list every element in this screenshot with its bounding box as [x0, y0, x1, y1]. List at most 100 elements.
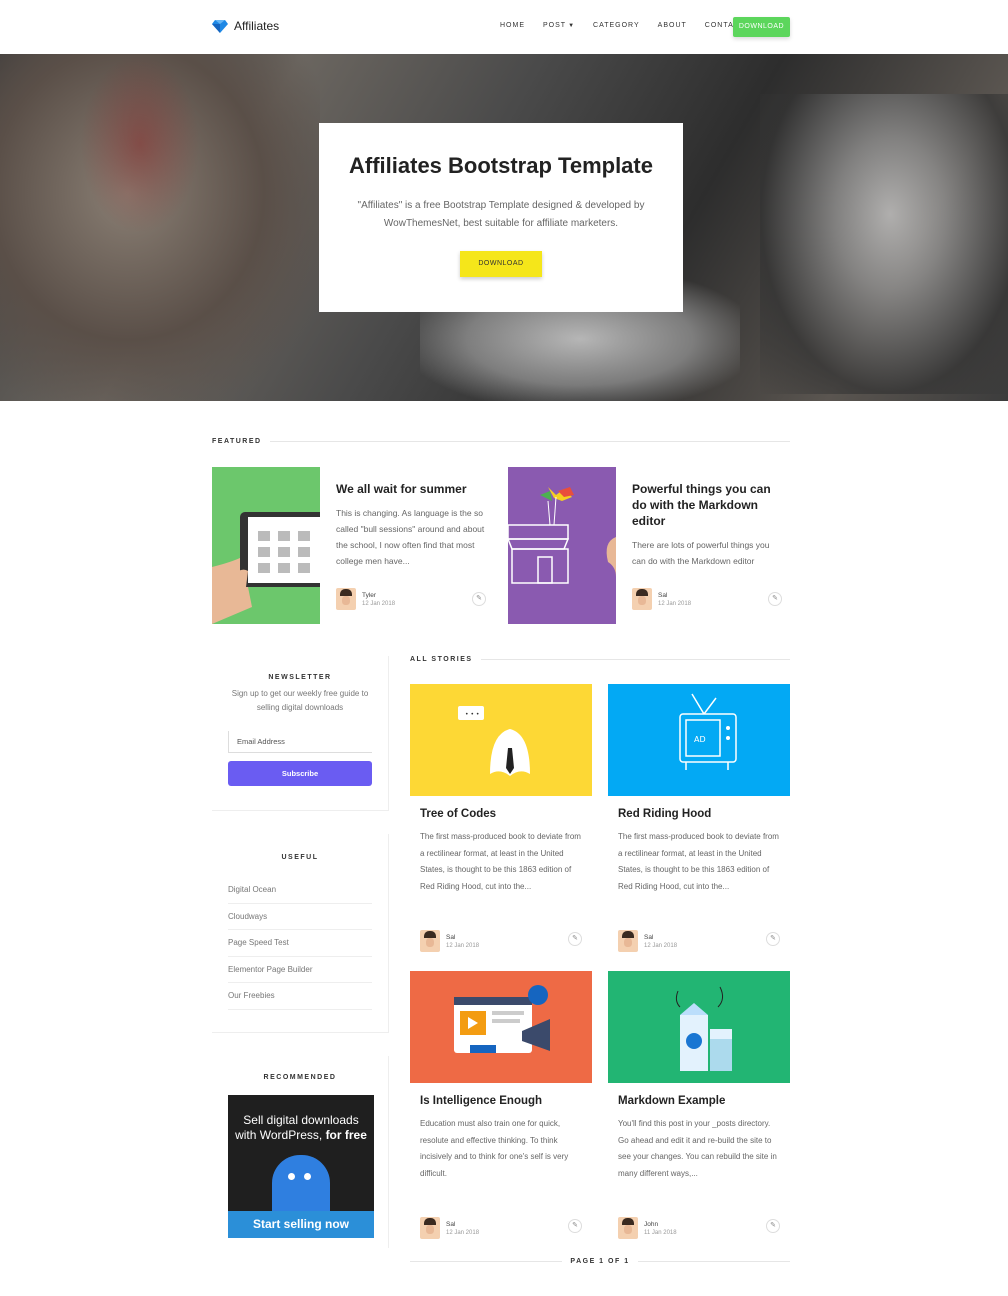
useful-title: USEFUL: [281, 854, 319, 861]
featured-heading-label: FEATURED: [212, 438, 262, 445]
brand-logo[interactable]: Affiliates: [212, 18, 279, 34]
hero-card: Affiliates Bootstrap Template "Affiliate…: [319, 123, 683, 312]
author-info: Sal 12 Jan 2018: [420, 1217, 479, 1239]
menu-about[interactable]: ABOUT: [658, 22, 687, 29]
banner-headline: Sell digital downloads with WordPress, fo…: [228, 1095, 374, 1143]
featured-title[interactable]: We all wait for summer: [336, 481, 486, 497]
hero-photo-shade: [760, 94, 1008, 394]
story-image[interactable]: AD: [608, 684, 790, 796]
author-name[interactable]: Tyler: [362, 592, 395, 599]
featured-title[interactable]: Powerful things you can do with the Mark…: [632, 481, 782, 529]
hero-download-button[interactable]: DOWNLOAD: [460, 251, 542, 277]
bookmark-icon[interactable]: ✎: [766, 932, 780, 946]
post-date: 12 Jan 2018: [446, 942, 480, 949]
featured-card[interactable]: Powerful things you can do with the Mark…: [508, 467, 792, 624]
hero-text: "Affiliates" is a free Bootstrap Templat…: [357, 200, 645, 229]
author-info: Sal 12 Jan 2018: [632, 588, 691, 610]
main-menu: HOME POST ▼ CATEGORY ABOUT CONTACT: [500, 22, 763, 29]
recommended-banner[interactable]: Sell digital downloads with WordPress, fo…: [228, 1095, 374, 1238]
chevron-down-icon: ▼: [568, 23, 576, 29]
post-date: 12 Jan 2018: [658, 600, 692, 607]
useful-link[interactable]: Page Speed Test: [228, 930, 372, 957]
author-name[interactable]: Sal: [658, 592, 691, 599]
top-navbar: Affiliates HOME POST ▼ CATEGORY ABOUT CON…: [0, 0, 1008, 54]
menu-category[interactable]: CATEGORY: [593, 22, 640, 29]
nav-download-button[interactable]: DOWNLOAD: [733, 17, 790, 37]
newsletter-title: NEWSLETTER: [268, 674, 332, 681]
story-image[interactable]: • • •: [410, 684, 592, 796]
featured-body: We all wait for summer This is changing.…: [320, 467, 496, 624]
menu-post-label: POST: [543, 22, 567, 29]
story-body: Markdown Example You'll find this post i…: [608, 1083, 790, 1251]
featured-excerpt: There are lots of powerful things you ca…: [632, 540, 770, 566]
start-selling-button[interactable]: Start selling now: [228, 1211, 374, 1238]
story-card[interactable]: • • • Tree of Codes The first mass-produ…: [410, 684, 592, 964]
story-excerpt: The first mass-produced book to deviate …: [618, 832, 779, 891]
story-image[interactable]: [608, 971, 790, 1083]
story-card[interactable]: Is Intelligence Enough Education must al…: [410, 971, 592, 1251]
story-title[interactable]: Markdown Example: [618, 1095, 780, 1107]
author-name[interactable]: John: [644, 1221, 677, 1228]
author-name[interactable]: Sal: [446, 1221, 479, 1228]
author-info: John 11 Jan 2018: [618, 1217, 677, 1239]
email-field[interactable]: Email Address: [228, 731, 372, 753]
hero-title: Affiliates Bootstrap Template: [349, 153, 653, 178]
featured-excerpt: This is changing. As language is the so …: [336, 508, 485, 566]
tv-illustration: AD: [679, 693, 737, 770]
story-card[interactable]: AD Red Riding Hood The first mass-produc…: [608, 684, 790, 964]
diamond-icon: [212, 20, 228, 33]
hero-section: Affiliates Bootstrap Template "Affiliate…: [0, 54, 1008, 401]
svg-text:AD: AD: [694, 735, 706, 744]
bookmark-icon[interactable]: ✎: [766, 1219, 780, 1233]
story-body: Red Riding Hood The first mass-produced …: [608, 796, 790, 964]
media-illustration: [454, 985, 550, 1053]
useful-link[interactable]: Elementor Page Builder: [228, 957, 372, 983]
useful-links: Digital Ocean Cloudways Page Speed Test …: [228, 877, 372, 1010]
featured-heading: FEATURED: [212, 438, 790, 445]
avatar: [336, 588, 356, 610]
banner-line1: Sell digital downloads: [243, 1113, 359, 1127]
story-card[interactable]: Markdown Example You'll find this post i…: [608, 971, 790, 1251]
subscribe-button[interactable]: Subscribe: [228, 761, 372, 786]
divider: [480, 659, 790, 660]
featured-image[interactable]: [508, 467, 616, 624]
avatar: [420, 930, 440, 952]
featured-image[interactable]: [212, 467, 320, 624]
bookmark-icon[interactable]: ✎: [568, 932, 582, 946]
brand-name: Affiliates: [234, 19, 280, 33]
featured-body: Powerful things you can do with the Mark…: [616, 467, 792, 624]
story-excerpt: You'll find this post in your _posts dir…: [618, 1119, 777, 1178]
featured-card[interactable]: We all wait for summer This is changing.…: [212, 467, 496, 624]
author-name[interactable]: Sal: [446, 934, 479, 941]
useful-link[interactable]: Cloudways: [228, 904, 372, 930]
story-title[interactable]: Tree of Codes: [420, 808, 582, 820]
menu-home[interactable]: HOME: [500, 22, 525, 29]
tablet-illustration: [212, 512, 320, 624]
story-excerpt: Education must also train one for quick,…: [420, 1119, 569, 1178]
bookmark-icon[interactable]: ✎: [568, 1219, 582, 1233]
story-image[interactable]: [410, 971, 592, 1083]
avatar: [618, 1217, 638, 1239]
useful-link[interactable]: Digital Ocean: [228, 877, 372, 904]
stories-heading-label: ALL STORIES: [410, 656, 473, 663]
store-illustration: [508, 487, 616, 584]
recommended-title: RECOMMENDED: [263, 1074, 337, 1081]
author-name[interactable]: Sal: [644, 934, 677, 941]
post-date: 12 Jan 2018: [644, 942, 678, 949]
story-body: Tree of Codes The first mass-produced bo…: [410, 796, 592, 964]
author-info: Sal 12 Jan 2018: [618, 930, 677, 952]
story-title[interactable]: Red Riding Hood: [618, 808, 780, 820]
svg-text:• • •: • • •: [465, 711, 479, 718]
story-excerpt: The first mass-produced book to deviate …: [420, 832, 581, 891]
bookmark-icon[interactable]: ✎: [472, 592, 486, 606]
post-date: 12 Jan 2018: [446, 1229, 480, 1236]
snapchat-illustration: • • •: [458, 706, 530, 776]
story-title[interactable]: Is Intelligence Enough: [420, 1095, 582, 1107]
hero-photo-shade: [80, 54, 200, 234]
story-body: Is Intelligence Enough Education must al…: [410, 1083, 592, 1251]
useful-link[interactable]: Our Freebies: [228, 983, 372, 1010]
recommended-widget: RECOMMENDED Sell digital downloads with W…: [212, 1056, 389, 1248]
banner-line2: with WordPress,: [235, 1128, 323, 1142]
menu-post[interactable]: POST ▼: [543, 22, 575, 29]
bookmark-icon[interactable]: ✎: [768, 592, 782, 606]
